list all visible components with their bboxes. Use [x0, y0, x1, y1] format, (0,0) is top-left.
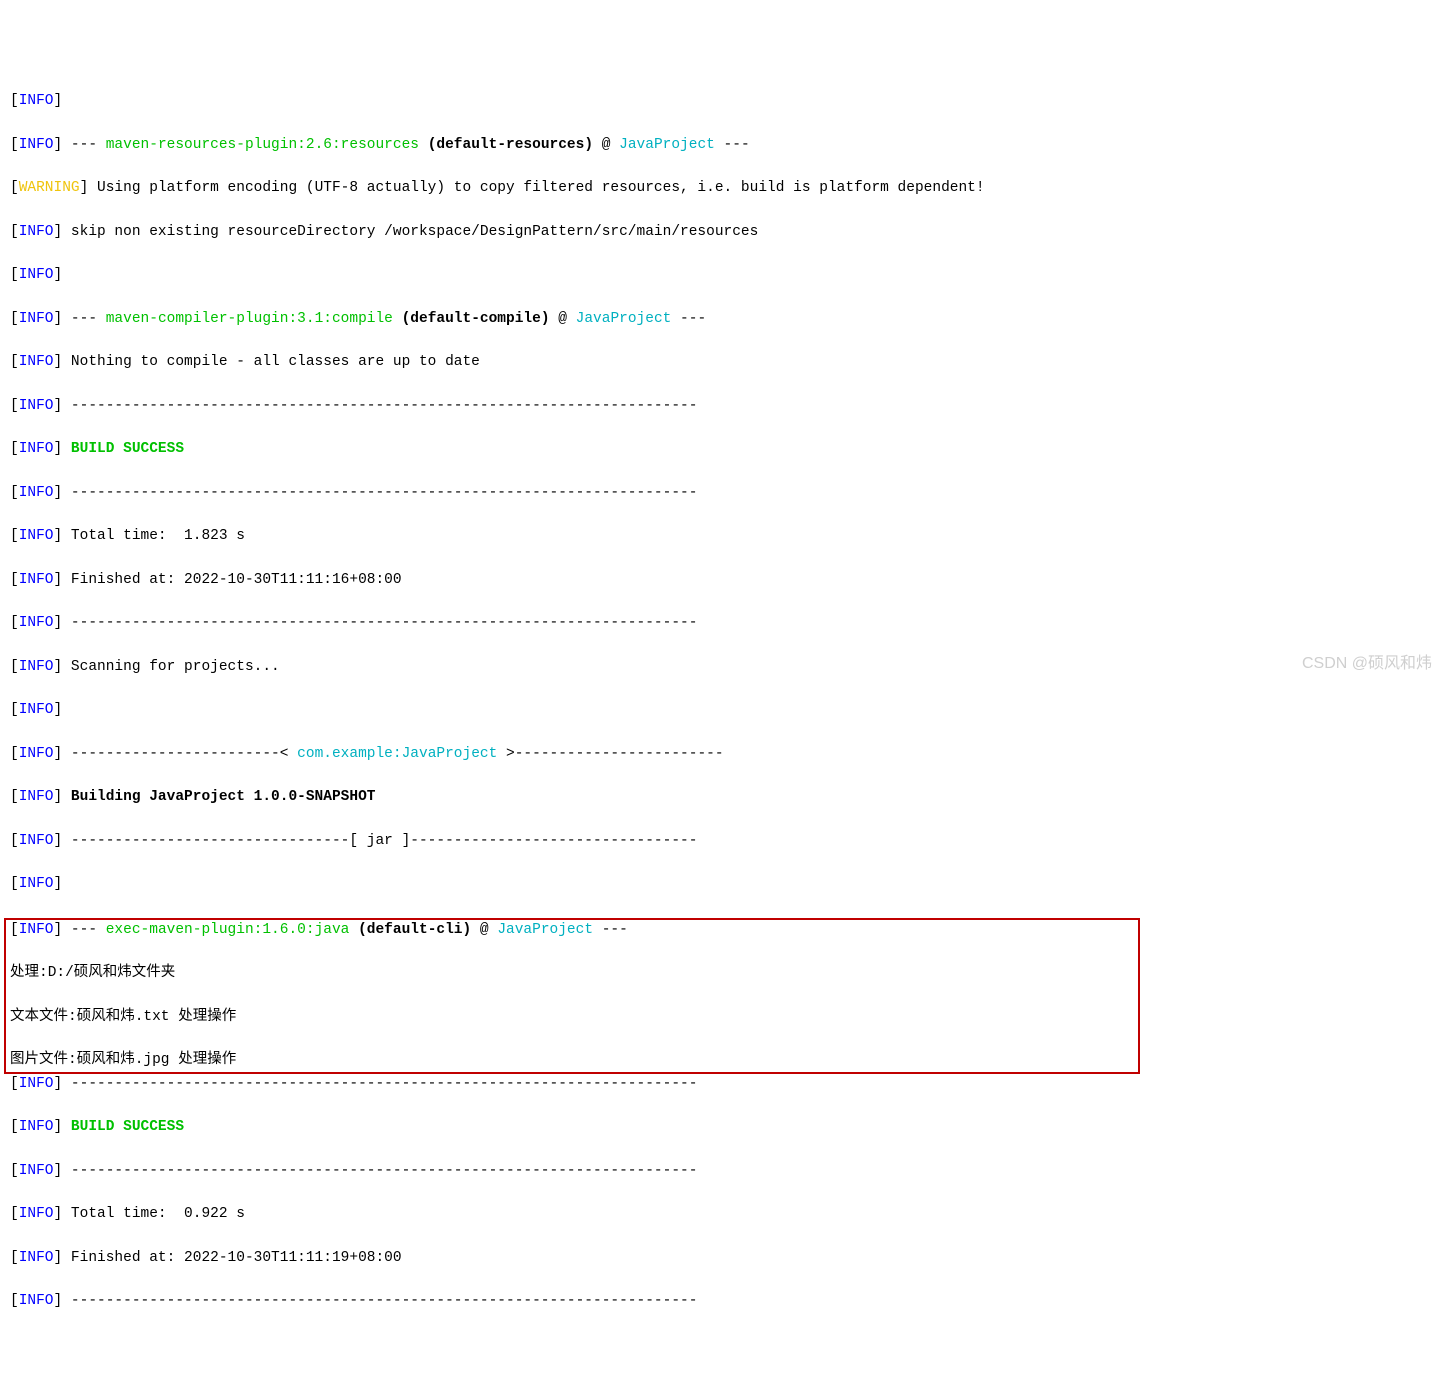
plugin-name: exec-maven-plugin:1.6.0:java: [106, 922, 350, 938]
log-line: [INFO] ---------------------------------…: [10, 1074, 1440, 1096]
build-status: BUILD SUCCESS: [62, 441, 184, 457]
log-line: [INFO] skip non existing resourceDirecto…: [10, 222, 1440, 244]
log-level-info: INFO: [19, 93, 54, 109]
total-time: Total time: 0.922 s: [62, 1206, 245, 1222]
finished-at: Finished at: 2022-10-30T11:11:19+08:00: [62, 1250, 401, 1266]
log-level-info: INFO: [19, 659, 54, 675]
log-level-info: INFO: [19, 922, 54, 938]
log-line: [INFO] ---------------------------------…: [10, 613, 1440, 635]
log-line: [INFO]: [10, 874, 1440, 896]
log-level-info: INFO: [19, 1119, 54, 1135]
finished-at: Finished at: 2022-10-30T11:11:16+08:00: [62, 572, 401, 588]
log-line: [INFO] Scanning for projects...: [10, 657, 1440, 679]
highlighted-output-box: [INFO] --- exec-maven-plugin:1.6.0:java …: [4, 918, 1140, 1074]
log-line: [INFO] ---------------------------------…: [10, 483, 1440, 505]
watermark: CSDN @硕风和炜: [1302, 652, 1432, 676]
log-line: [INFO] ---------------------------------…: [10, 396, 1440, 418]
log-line: [INFO] Nothing to compile - all classes …: [10, 352, 1440, 374]
log-level-info: INFO: [19, 702, 54, 718]
log-level-info: INFO: [19, 876, 54, 892]
log-line: [INFO] ---------------------------------…: [10, 1291, 1440, 1313]
log-level-info: INFO: [19, 485, 54, 501]
execution-id: (default-cli): [358, 922, 471, 938]
log-line: [INFO] ------------------------< com.exa…: [10, 744, 1440, 766]
log-level-info: INFO: [19, 615, 54, 631]
log-level-info: INFO: [19, 1293, 54, 1309]
log-level-info: INFO: [19, 224, 54, 240]
log-level-warning: WARNING: [19, 180, 80, 196]
project-name: JavaProject: [576, 311, 672, 327]
log-line: [INFO]: [10, 265, 1440, 287]
program-output-line: 文本文件:硕风和炜.txt 处理操作: [10, 1007, 1138, 1029]
project-name: JavaProject: [619, 137, 715, 153]
log-line: [INFO] Total time: 1.823 s: [10, 526, 1440, 548]
log-line: [INFO] --------------------------------[…: [10, 831, 1440, 853]
project-coordinates: com.example:JavaProject: [297, 746, 497, 762]
log-line: [INFO] Building JavaProject 1.0.0-SNAPSH…: [10, 787, 1440, 809]
plugin-name: maven-compiler-plugin:3.1:compile: [106, 311, 393, 327]
log-line: [INFO] ---------------------------------…: [10, 1161, 1440, 1183]
execution-id: (default-resources): [428, 137, 593, 153]
log-level-info: INFO: [19, 1250, 54, 1266]
log-level-info: INFO: [19, 572, 54, 588]
log-level-info: INFO: [19, 398, 54, 414]
building-line: Building JavaProject 1.0.0-SNAPSHOT: [62, 789, 375, 805]
log-level-info: INFO: [19, 1163, 54, 1179]
build-status: BUILD SUCCESS: [62, 1119, 184, 1135]
project-name: JavaProject: [497, 922, 593, 938]
program-output-line: 图片文件:硕风和炜.jpg 处理操作: [10, 1050, 1138, 1072]
log-level-info: INFO: [19, 354, 54, 370]
log-level-info: INFO: [19, 1076, 54, 1092]
log-line: [INFO]: [10, 91, 1440, 113]
total-time: Total time: 1.823 s: [62, 528, 245, 544]
log-line: [INFO] --- maven-compiler-plugin:3.1:com…: [10, 309, 1440, 331]
log-level-info: INFO: [19, 746, 54, 762]
execution-id: (default-compile): [402, 311, 550, 327]
log-level-info: INFO: [19, 267, 54, 283]
log-line: [INFO] BUILD SUCCESS: [10, 439, 1440, 461]
log-line: [INFO] Finished at: 2022-10-30T11:11:19+…: [10, 1248, 1440, 1270]
log-line: [INFO]: [10, 700, 1440, 722]
log-line: [INFO] --- maven-resources-plugin:2.6:re…: [10, 135, 1440, 157]
log-level-info: INFO: [19, 137, 54, 153]
log-line: [WARNING] Using platform encoding (UTF-8…: [10, 178, 1440, 200]
log-line: [INFO] Total time: 0.922 s: [10, 1204, 1440, 1226]
log-line: [INFO] BUILD SUCCESS: [10, 1117, 1440, 1139]
log-level-info: INFO: [19, 311, 54, 327]
log-level-info: INFO: [19, 528, 54, 544]
log-level-info: INFO: [19, 789, 54, 805]
log-level-info: INFO: [19, 1206, 54, 1222]
plugin-name: maven-resources-plugin:2.6:resources: [106, 137, 419, 153]
log-level-info: INFO: [19, 441, 54, 457]
log-line: [INFO] Finished at: 2022-10-30T11:11:16+…: [10, 570, 1440, 592]
program-output-line: 处理:D:/硕风和炜文件夹: [10, 963, 1138, 985]
log-level-info: INFO: [19, 833, 54, 849]
log-line: [INFO] --- exec-maven-plugin:1.6.0:java …: [10, 920, 1138, 942]
